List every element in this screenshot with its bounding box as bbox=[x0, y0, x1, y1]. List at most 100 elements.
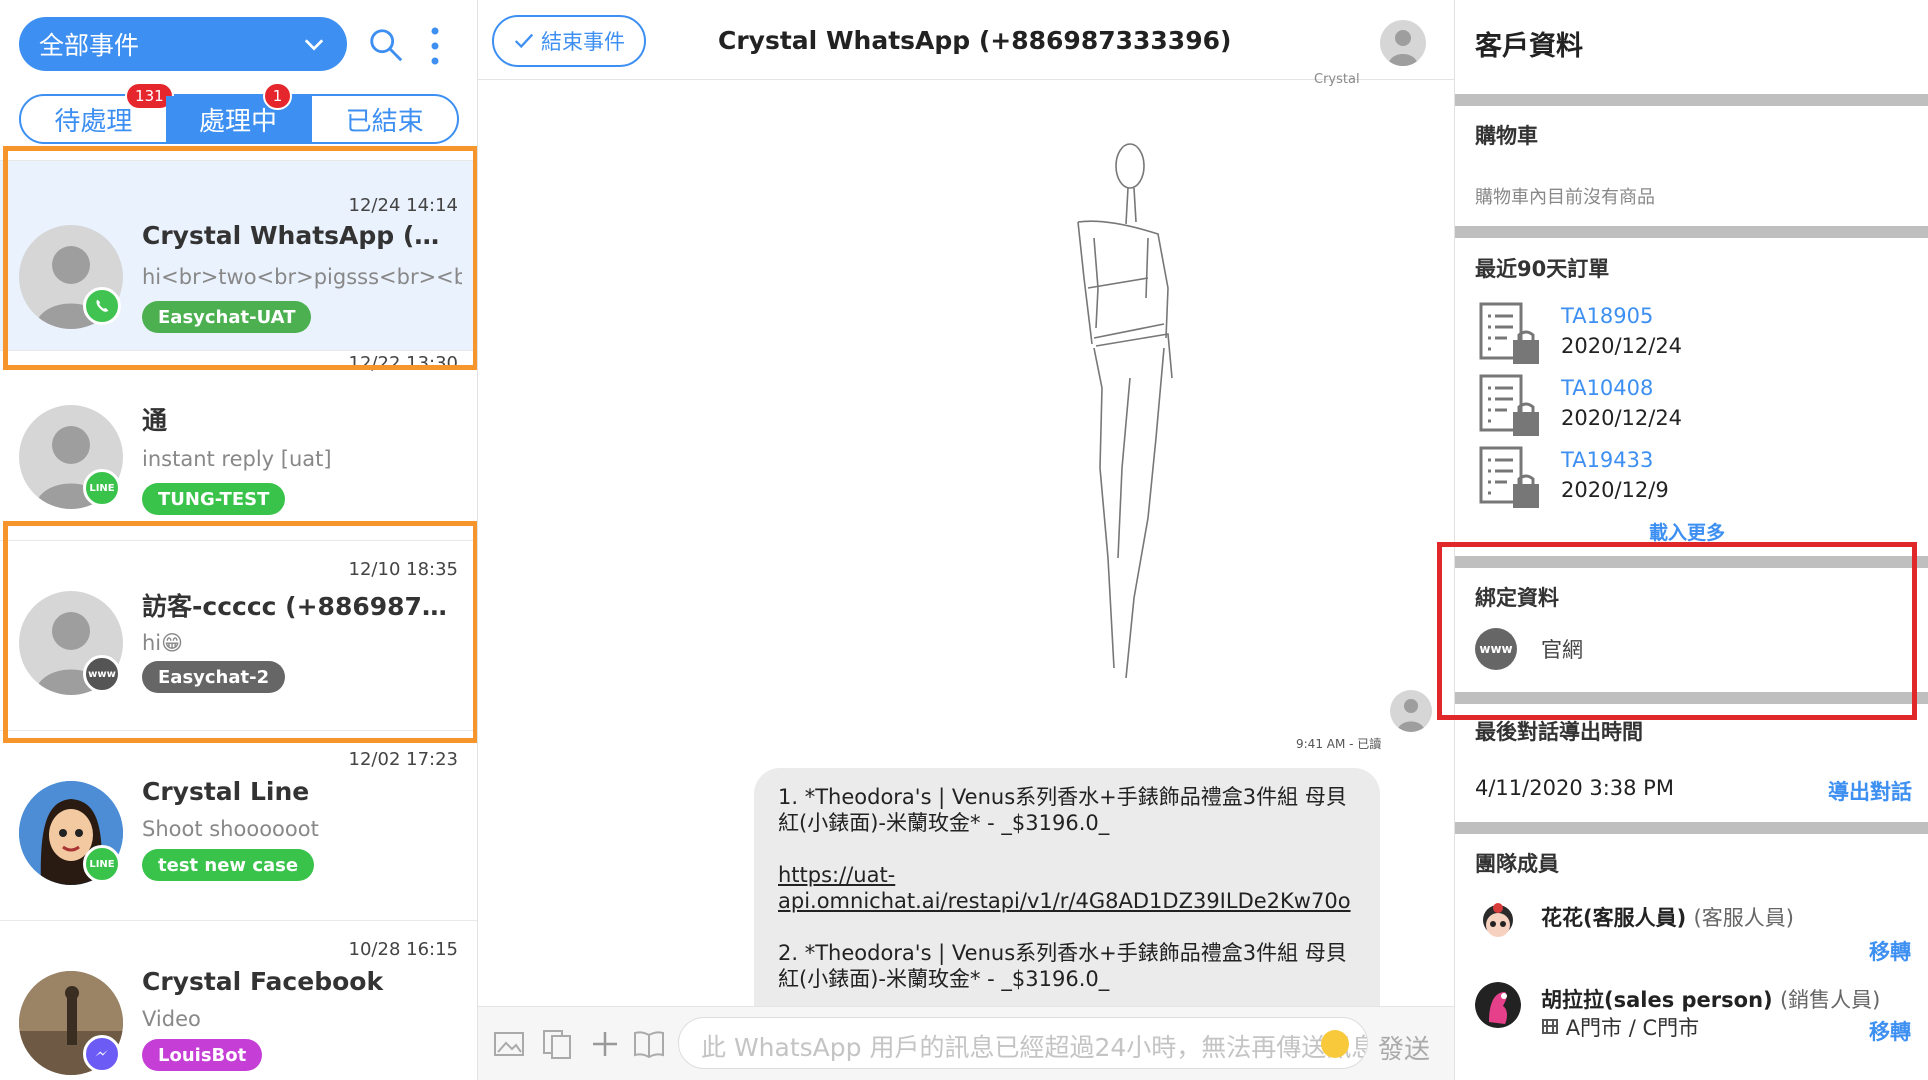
event-filter-dropdown[interactable]: 全部事件 bbox=[19, 17, 347, 71]
export-title: 最後對話導出時間 bbox=[1475, 720, 1643, 744]
binding-title: 綁定資料 bbox=[1475, 586, 1559, 610]
member-store-label: A門市 / C門市 bbox=[1565, 1016, 1700, 1040]
sketch-image[interactable] bbox=[1038, 138, 1198, 678]
member-role: (銷售人員) bbox=[1779, 988, 1881, 1012]
message-input[interactable]: 此 WhatsApp 用戶的訊息已經超過24小時，無法再傳送訊息 bbox=[678, 1017, 1368, 1069]
conversation-tag: Easychat-UAT bbox=[142, 301, 312, 333]
cart-title: 購物車 bbox=[1475, 124, 1538, 148]
member-name: 胡拉拉(sales person) (銷售人員) bbox=[1541, 988, 1881, 1012]
emoji-icon[interactable] bbox=[1321, 1030, 1349, 1058]
conversation-item[interactable]: 12/22 13:30 LINE 通 instant reply [uat] T… bbox=[0, 350, 477, 540]
www-icon: www bbox=[1475, 628, 1517, 670]
order-item[interactable]: TA19433 2020/12/9 bbox=[1477, 446, 1877, 514]
chat-panel: 結束事件 Crystal WhatsApp (+886987333396) Cr… bbox=[478, 0, 1454, 1080]
tab-closed[interactable]: 已結束 bbox=[310, 96, 457, 142]
check-icon bbox=[514, 33, 534, 49]
transfer-button[interactable]: 移轉 bbox=[1869, 1016, 1911, 1046]
plus-icon[interactable] bbox=[588, 1027, 622, 1061]
whatsapp-icon bbox=[83, 287, 121, 325]
conversation-preview: hi😁 bbox=[142, 631, 184, 655]
message-item: 2. *Theodora's | Venus系列香水+手錶飾品禮盒3件組 母貝紅… bbox=[778, 941, 1347, 991]
team-member: 胡拉拉(sales person) (銷售人員) A門市 / C門市 移轉 bbox=[1475, 982, 1915, 1062]
end-event-label: 結束事件 bbox=[541, 30, 625, 54]
order-icon bbox=[1479, 302, 1539, 364]
conversation-time: 12/24 14:14 bbox=[348, 195, 458, 216]
section-divider bbox=[1455, 226, 1928, 238]
section-divider bbox=[1455, 822, 1928, 834]
conversation-preview: instant reply [uat] bbox=[142, 447, 332, 471]
sender-name: Crystal bbox=[1314, 72, 1360, 87]
status-tabs: 待處理 131 處理中 1 已結束 bbox=[19, 82, 459, 144]
more-vertical-icon[interactable] bbox=[428, 26, 442, 66]
book-icon[interactable] bbox=[632, 1027, 666, 1061]
avatar bbox=[1475, 982, 1521, 1028]
conversation-preview: Shoot shoooooot bbox=[142, 817, 319, 841]
tab-in-progress[interactable]: 處理中 1 bbox=[165, 82, 311, 142]
tab-label: 已結束 bbox=[345, 106, 424, 137]
conversation-item[interactable]: 10/28 16:15 Crystal Facebook Video Louis… bbox=[0, 920, 477, 1080]
order-id[interactable]: TA19433 bbox=[1561, 448, 1653, 472]
cart-empty-text: 購物車內目前沒有商品 bbox=[1475, 187, 1655, 208]
conversation-name: Crystal Facebook bbox=[142, 967, 384, 996]
end-event-button[interactable]: 結束事件 bbox=[492, 15, 646, 67]
filter-label: 全部事件 bbox=[39, 31, 140, 60]
panel-title: 客戶資料 bbox=[1475, 31, 1583, 62]
order-icon bbox=[1479, 446, 1539, 508]
tab-label: 待處理 bbox=[54, 106, 133, 137]
www-icon: www bbox=[83, 655, 121, 693]
tab-pending[interactable]: 待處理 131 bbox=[21, 82, 174, 142]
chat-title: Crystal WhatsApp (+886987333396) bbox=[718, 26, 1232, 55]
last-export-time: 4/11/2020 3:38 PM bbox=[1475, 776, 1674, 800]
conversation-item[interactable]: 12/10 18:35 www 訪客-ccccc (+88698777… hi😁… bbox=[0, 540, 477, 730]
load-more-link[interactable]: 載入更多 bbox=[1649, 518, 1725, 545]
conversation-list-panel: 全部事件 待處理 131 處理中 1 已結束 12/24 14:14 Cryst… bbox=[0, 0, 478, 1080]
section-divider bbox=[1455, 94, 1928, 106]
image-icon[interactable] bbox=[492, 1027, 526, 1061]
conversation-tag: test new case bbox=[142, 849, 315, 881]
order-date: 2020/12/9 bbox=[1561, 478, 1669, 502]
order-item[interactable]: TA18905 2020/12/24 bbox=[1477, 302, 1877, 370]
conversation-name: Crystal WhatsApp (+88… bbox=[142, 221, 452, 250]
template-icon[interactable] bbox=[540, 1027, 574, 1061]
agent-avatar[interactable] bbox=[1380, 20, 1426, 66]
team-title: 團隊成員 bbox=[1475, 852, 1559, 876]
conversation-time: 12/22 13:30 bbox=[348, 353, 458, 374]
order-id[interactable]: TA18905 bbox=[1561, 304, 1653, 328]
message-item: 1. *Theodora's | Venus系列香水+手錶飾品禮盒3件組 母貝紅… bbox=[778, 785, 1347, 835]
conversation-item[interactable]: 12/24 14:14 Crystal WhatsApp (+88… hi<br… bbox=[0, 160, 477, 350]
transfer-button[interactable]: 移轉 bbox=[1869, 936, 1911, 966]
conversation-tag: TUNG-TEST bbox=[142, 483, 286, 515]
app-window: 全部事件 待處理 131 處理中 1 已結束 12/24 14:14 Cryst… bbox=[0, 0, 1928, 1080]
messenger-icon bbox=[83, 1035, 121, 1073]
conversation-item[interactable]: 12/02 17:23 LINE Crystal Line Shoot shoo… bbox=[0, 730, 477, 920]
export-conversation-button[interactable]: 導出對話 bbox=[1828, 776, 1912, 806]
message-input-placeholder: 此 WhatsApp 用戶的訊息已經超過24小時，無法再傳送訊息 bbox=[701, 1033, 1368, 1062]
message-meta: 9:41 AM - 已讀 bbox=[1296, 737, 1382, 751]
binding-label: 官網 bbox=[1541, 638, 1583, 662]
line-icon: LINE bbox=[83, 469, 121, 507]
conversation-preview: Video bbox=[142, 1007, 201, 1031]
binding-item: www 官網 bbox=[1475, 628, 1583, 670]
sender-avatar bbox=[1390, 690, 1432, 732]
conversation-name: Crystal Line bbox=[142, 777, 310, 806]
conversation-name: 通 bbox=[142, 406, 168, 435]
message-bubble: 1. *Theodora's | Venus系列香水+手錶飾品禮盒3件組 母貝紅… bbox=[754, 768, 1380, 1008]
order-item[interactable]: TA10408 2020/12/24 bbox=[1477, 374, 1877, 442]
line-icon: LINE bbox=[83, 845, 121, 883]
conversation-name: 訪客-ccccc (+88698777… bbox=[142, 592, 452, 621]
conversation-tag: Easychat-2 bbox=[142, 661, 286, 693]
orders-title: 最近90天訂單 bbox=[1475, 257, 1610, 281]
member-store: A門市 / C門市 bbox=[1541, 1012, 1699, 1042]
conversation-tag: LouisBot bbox=[142, 1039, 263, 1071]
section-divider bbox=[1455, 692, 1928, 704]
search-icon[interactable] bbox=[367, 26, 405, 64]
order-id[interactable]: TA10408 bbox=[1561, 376, 1653, 400]
member-role: (客服人員) bbox=[1693, 906, 1794, 930]
team-member: 花花(客服人員) (客服人員) 移轉 bbox=[1475, 900, 1915, 980]
customer-panel: 客戶資料 購物車 購物車內目前沒有商品 最近90天訂單 TA18905 2020… bbox=[1437, 0, 1928, 1080]
message-link[interactable]: https://uat-api.omnichat.ai/restapi/v1/r… bbox=[778, 863, 1351, 913]
conversation-time: 10/28 16:15 bbox=[348, 939, 458, 960]
conversation-preview: hi<br>two<br>pigsss<br><br>l bbox=[142, 265, 462, 289]
order-date: 2020/12/24 bbox=[1561, 334, 1683, 358]
send-button[interactable]: 發送 bbox=[1378, 1029, 1430, 1066]
